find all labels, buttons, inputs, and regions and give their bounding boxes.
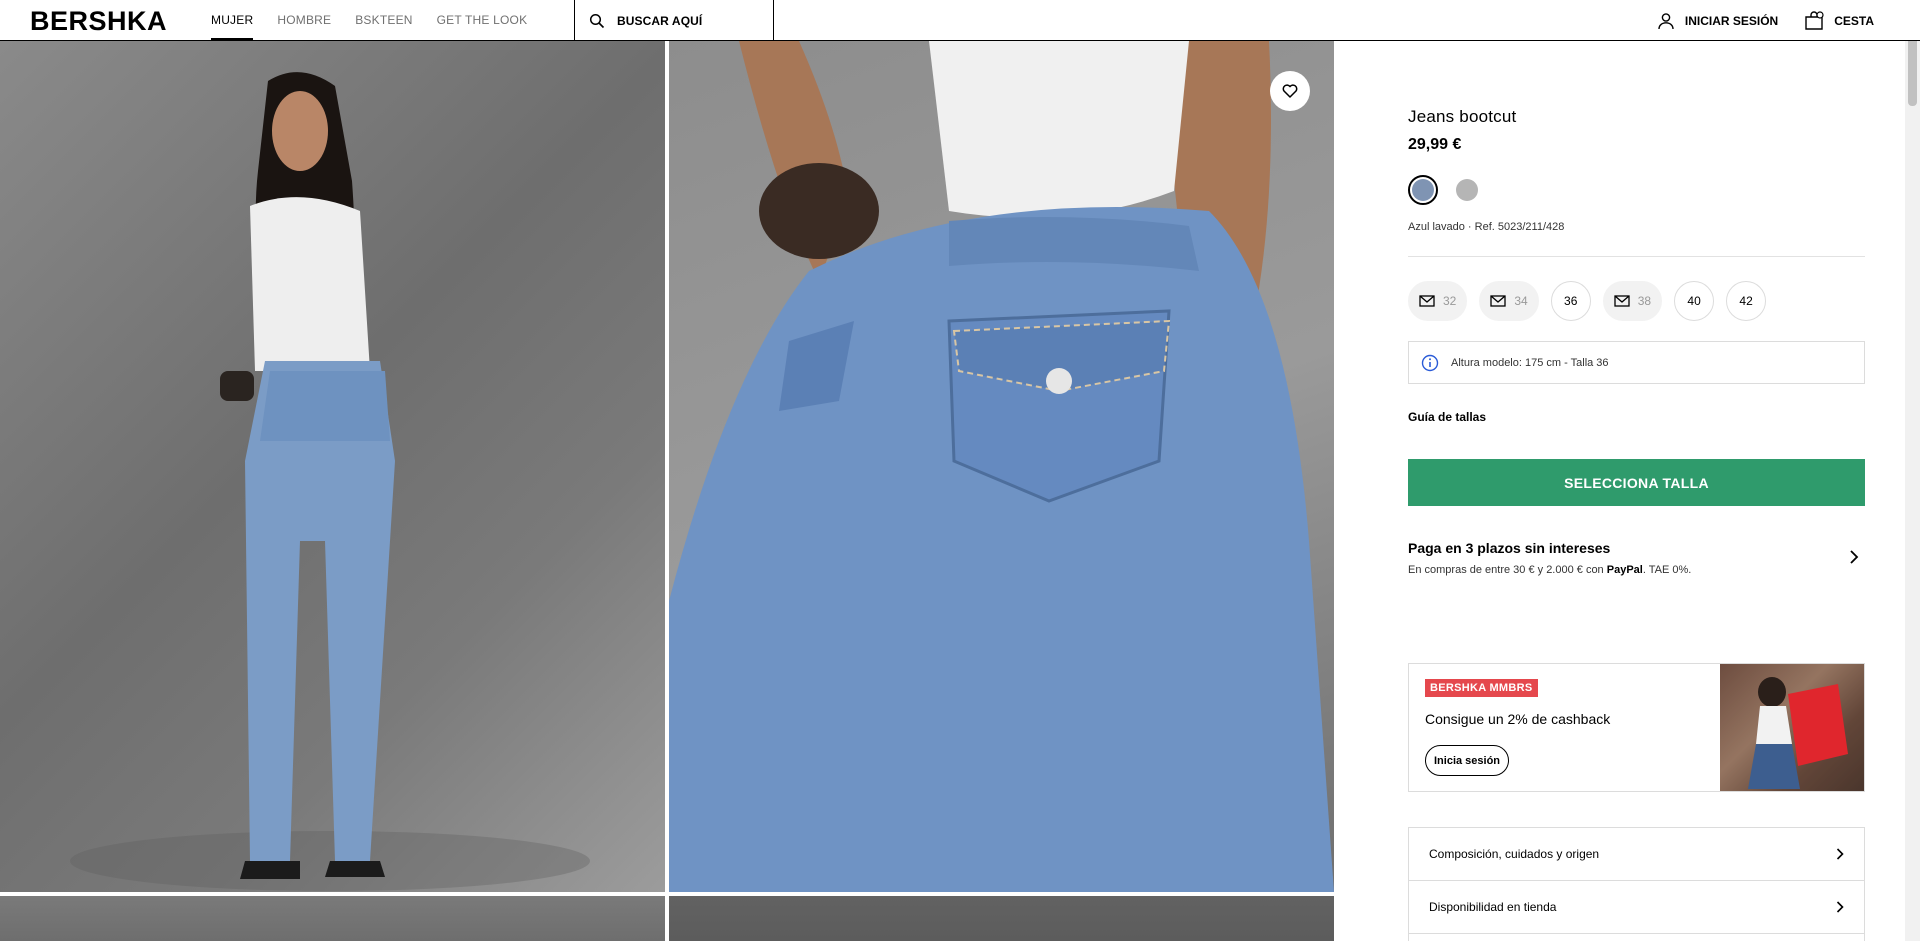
search-box[interactable]: BUSCAR AQUÍ bbox=[574, 0, 774, 41]
paypal-label: PayPal bbox=[1606, 564, 1643, 576]
size-label: 38 bbox=[1637, 294, 1652, 308]
product-image-3[interactable] bbox=[0, 896, 665, 941]
accordion-label: Composición, cuidados y origen bbox=[1429, 847, 1600, 861]
installments-subtitle: En compras de entre 30 € y 2.000 € con P… bbox=[1408, 564, 1865, 576]
members-promo-card: BERSHKA MMBRS Consigue un 2% de cashback… bbox=[1408, 663, 1865, 792]
main-nav: MUJER HOMBRE BSKTEEN GET THE LOOK bbox=[211, 0, 551, 41]
login-label: INICIAR SESIÓN bbox=[1684, 13, 1779, 28]
nav-bskteen[interactable]: BSKTEEN bbox=[355, 0, 412, 40]
accordion-composition[interactable]: Composición, cuidados y origen bbox=[1409, 828, 1864, 881]
size-40-button[interactable]: 40 bbox=[1674, 281, 1715, 321]
chevron-right-icon bbox=[1836, 901, 1844, 913]
bag-icon bbox=[1805, 10, 1824, 30]
product-image-full-body[interactable] bbox=[0, 41, 665, 892]
size-label: 36 bbox=[1564, 294, 1578, 308]
swatch-dot bbox=[1456, 179, 1478, 201]
installments-suffix: . TAE 0%. bbox=[1642, 564, 1692, 576]
favorite-button[interactable] bbox=[1270, 71, 1310, 111]
size-38-button[interactable]: 38 bbox=[1602, 281, 1663, 321]
accordion-label: Disponibilidad en tienda bbox=[1429, 900, 1557, 914]
nav-mujer[interactable]: MUJER bbox=[211, 0, 254, 41]
members-badge: BERSHKA MMBRS bbox=[1425, 679, 1538, 697]
nav-get-the-look[interactable]: GET THE LOOK bbox=[437, 0, 528, 40]
model-illustration bbox=[70, 72, 590, 891]
installments-title: Paga en 3 plazos sin intereses bbox=[1408, 540, 1611, 556]
notify-mail-icon bbox=[1490, 295, 1507, 307]
site-header: BERSHKA MUJER HOMBRE BSKTEEN GET THE LOO… bbox=[0, 0, 1920, 41]
chevron-right-icon bbox=[1850, 550, 1859, 564]
cart-label: CESTA bbox=[1834, 13, 1874, 28]
color-swatch-azul[interactable] bbox=[1408, 175, 1438, 205]
installments-prefix: En compras de entre 30 € y 2.000 € con bbox=[1408, 564, 1607, 576]
cashback-text: Consigue un 2% de cashback bbox=[1425, 711, 1611, 727]
chevron-right-icon bbox=[1836, 848, 1844, 860]
notify-mail-icon bbox=[1419, 295, 1435, 307]
heart-icon bbox=[1282, 84, 1298, 98]
color-reference: Azul lavado · Ref. 5023/211/428 bbox=[1408, 221, 1565, 233]
product-title: Jeans bootcut bbox=[1408, 107, 1517, 126]
product-image-4[interactable] bbox=[669, 896, 1334, 941]
size-selector: 32 34 36 38 40 42 bbox=[1408, 281, 1778, 321]
color-selector bbox=[1408, 175, 1496, 205]
cart-button[interactable]: CESTA bbox=[1804, 10, 1874, 31]
product-image-back-detail[interactable] bbox=[669, 41, 1334, 892]
size-label: 42 bbox=[1739, 294, 1753, 308]
model-info-box: Altura modelo: 175 cm - Talla 36 bbox=[1408, 341, 1865, 384]
promo-login-button[interactable]: Inicia sesión bbox=[1425, 745, 1510, 776]
size-label: 34 bbox=[1514, 294, 1528, 308]
divider bbox=[1408, 256, 1865, 257]
user-icon bbox=[1658, 12, 1674, 29]
info-icon bbox=[1421, 354, 1439, 371]
model-info-text: Altura modelo: 175 cm - Talla 36 bbox=[1451, 356, 1609, 369]
bershka-logo[interactable]: BERSHKA bbox=[30, 6, 167, 37]
header-actions: INICIAR SESIÓN CESTA bbox=[1631, 0, 1874, 41]
color-swatch-gris[interactable] bbox=[1452, 175, 1482, 205]
page-scrollbar[interactable] bbox=[1905, 0, 1920, 941]
size-guide-link[interactable]: Guía de tallas bbox=[1408, 410, 1486, 424]
product-accordion: Composición, cuidados y origen Disponibi… bbox=[1408, 827, 1865, 941]
size-32-button[interactable]: 32 bbox=[1408, 281, 1468, 321]
product-gallery bbox=[0, 41, 1334, 941]
promo-image bbox=[1720, 664, 1864, 791]
size-36-button[interactable]: 36 bbox=[1550, 281, 1591, 321]
swatch-dot bbox=[1412, 179, 1434, 201]
login-button[interactable]: INICIAR SESIÓN bbox=[1657, 12, 1778, 30]
detail-illustration bbox=[669, 41, 1334, 892]
notify-mail-icon bbox=[1614, 295, 1630, 307]
size-42-button[interactable]: 42 bbox=[1726, 281, 1767, 321]
size-34-button[interactable]: 34 bbox=[1479, 281, 1539, 321]
select-size-button[interactable]: SELECCIONA TALLA bbox=[1408, 459, 1865, 506]
nav-hombre[interactable]: HOMBRE bbox=[277, 0, 331, 40]
size-label: 32 bbox=[1443, 294, 1457, 308]
installments-banner[interactable]: Paga en 3 plazos sin intereses En compra… bbox=[1408, 540, 1865, 576]
size-label: 40 bbox=[1687, 294, 1701, 308]
search-icon bbox=[589, 13, 605, 28]
promo-illustration bbox=[1720, 664, 1864, 791]
product-price: 29,99 € bbox=[1408, 136, 1462, 153]
search-placeholder: BUSCAR AQUÍ bbox=[617, 13, 703, 28]
accordion-store-availability[interactable]: Disponibilidad en tienda bbox=[1409, 881, 1864, 934]
